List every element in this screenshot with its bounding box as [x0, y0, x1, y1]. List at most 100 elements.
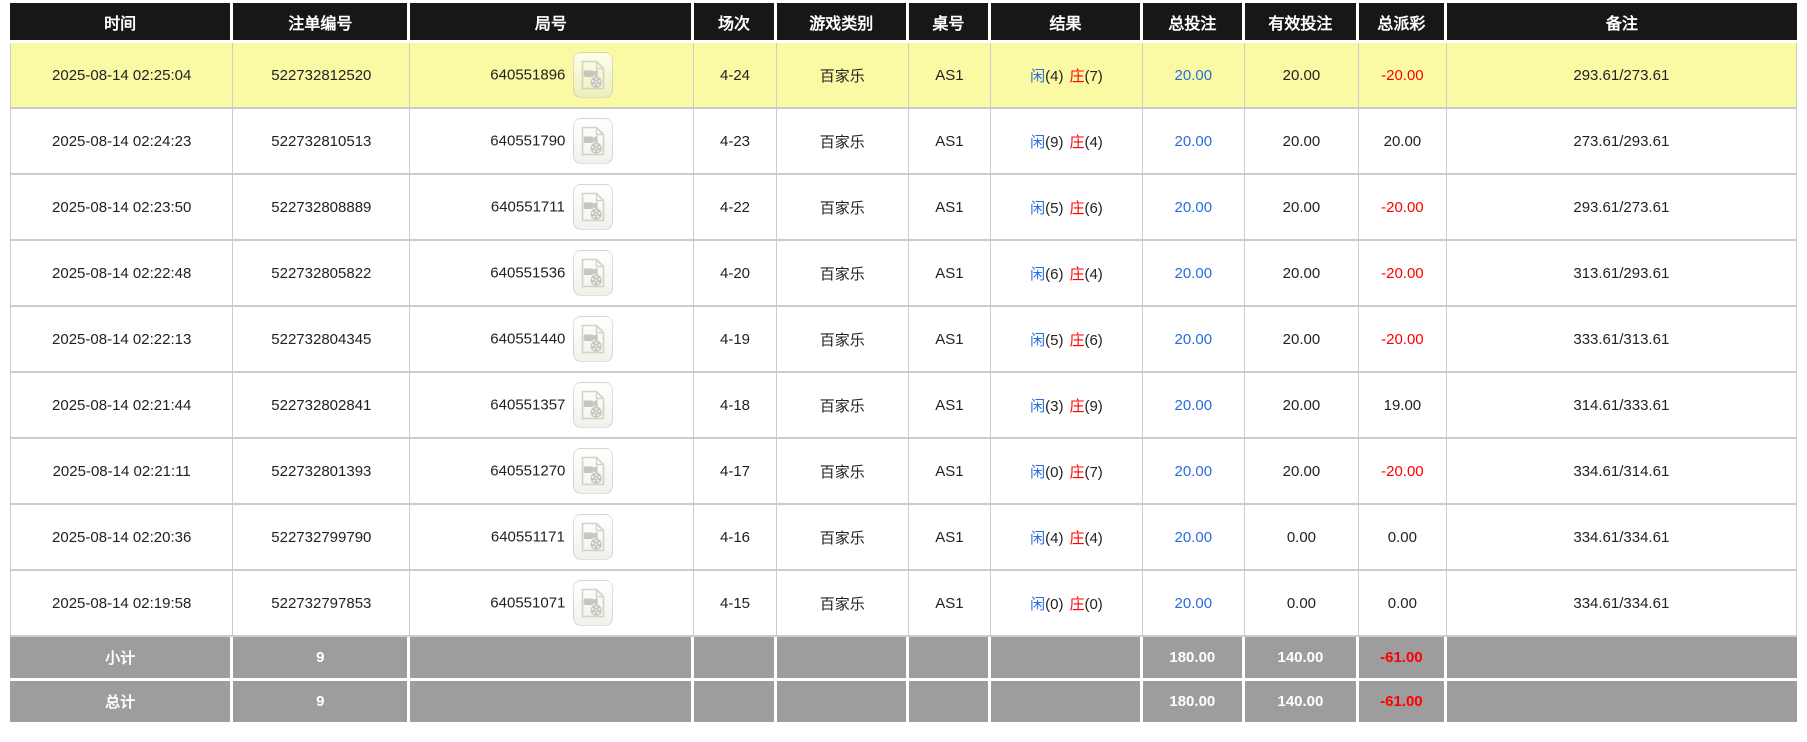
banker-label: 庄: [1069, 199, 1085, 217]
row-payout-cell: -20.00: [1359, 241, 1447, 307]
subtotal-empty-result-cell: [991, 637, 1143, 681]
subtotal-empty-round-cell: [410, 637, 695, 681]
table-header: 时间 注单编号 局号 场次 游戏类别 桌号 结果 总投注 有效投注 总派彩 备注: [10, 3, 1797, 43]
subtotal-empty-table-cell: [908, 637, 992, 681]
row-valid-bet-cell: 20.00: [1244, 241, 1360, 307]
row-remark-cell: 334.61/314.61: [1446, 439, 1797, 505]
subtotal-row: 小计 9 180.00 140.00 -61.00: [10, 637, 1797, 681]
video-file-icon: [582, 324, 605, 354]
row-valid-bet-cell: 20.00: [1244, 373, 1360, 439]
row-session-cell: 4-18: [694, 373, 777, 439]
video-replay-button[interactable]: [573, 250, 614, 296]
row-game-type-cell: 百家乐: [776, 439, 909, 505]
row-time-cell: 2025-08-14 02:21:44: [10, 373, 234, 439]
video-file-icon: [582, 390, 605, 420]
video-file-icon: [582, 258, 605, 288]
video-replay-button[interactable]: [572, 514, 613, 560]
subtotal-empty-game-cell: [776, 637, 909, 681]
row-session-cell: 4-15: [694, 571, 777, 637]
round-number: 640551790: [490, 132, 566, 150]
player-score: (4): [1045, 67, 1064, 85]
row-game-type-cell: 百家乐: [776, 373, 909, 439]
row-bet-id-cell: 522732797853: [233, 571, 411, 637]
row-round-cell: 640551536: [410, 241, 695, 307]
col-header-remark: 备注: [1446, 3, 1797, 43]
row-game-type-cell: 百家乐: [776, 241, 909, 307]
col-header-game-type: 游戏类别: [776, 3, 909, 43]
video-file-icon: [581, 522, 605, 552]
total-empty-result-cell: [991, 681, 1143, 725]
table-row: 2025-08-14 02:20:36 522732799790 640551171…: [10, 505, 1797, 571]
row-total-bet-cell: 20.00: [1142, 109, 1245, 175]
total-empty-table-cell: [908, 681, 992, 725]
row-game-type-cell: 百家乐: [776, 43, 909, 109]
row-remark-cell: 314.61/333.61: [1446, 373, 1797, 439]
round-number: 640551171: [490, 528, 565, 546]
row-session-cell: 4-19: [694, 307, 777, 373]
banker-score: (6): [1084, 331, 1103, 349]
row-table-no-cell: AS1: [908, 505, 992, 571]
row-round-cell: 640551071: [410, 571, 695, 637]
row-valid-bet-cell: 0.00: [1244, 505, 1360, 571]
row-time-cell: 2025-08-14 02:22:48: [10, 241, 234, 307]
video-replay-button[interactable]: [573, 52, 614, 98]
player-label: 闲: [1030, 595, 1046, 613]
video-replay-button[interactable]: [573, 316, 614, 362]
row-total-bet-cell: 20.00: [1142, 241, 1245, 307]
total-count-cell: 9: [233, 681, 411, 725]
row-result-cell: 闲(6) 庄(4): [991, 241, 1143, 307]
row-time-cell: 2025-08-14 02:24:23: [10, 109, 234, 175]
col-header-total-bet: 总投注: [1142, 3, 1245, 43]
row-time-cell: 2025-08-14 02:23:50: [10, 175, 234, 241]
header-row: 时间 注单编号 局号 场次 游戏类别 桌号 结果 总投注 有效投注 总派彩 备注: [10, 3, 1797, 43]
row-result-cell: 闲(5) 庄(6): [991, 307, 1143, 373]
player-label: 闲: [1030, 463, 1046, 481]
banker-label: 庄: [1069, 595, 1085, 613]
col-header-time: 时间: [10, 3, 234, 43]
round-number: 640551071: [490, 594, 566, 612]
row-round-cell: 640551270: [410, 439, 695, 505]
row-valid-bet-cell: 20.00: [1244, 43, 1360, 109]
video-file-icon: [582, 588, 605, 618]
table-row: 2025-08-14 02:21:44 522732802841 640551357…: [10, 373, 1797, 439]
total-total-bet-cell: 180.00: [1142, 681, 1245, 725]
row-session-cell: 4-17: [694, 439, 777, 505]
video-file-icon: [582, 456, 605, 486]
row-result-cell: 闲(4) 庄(7): [991, 43, 1143, 109]
row-payout-cell: 0.00: [1359, 571, 1447, 637]
banker-score: (7): [1084, 67, 1103, 85]
video-replay-button[interactable]: [572, 184, 613, 230]
video-replay-button[interactable]: [573, 448, 614, 494]
video-replay-button[interactable]: [573, 118, 614, 164]
total-row: 总计 9 180.00 140.00 -61.00: [10, 681, 1797, 725]
subtotal-count-cell: 9: [233, 637, 411, 681]
col-header-total-payout: 总派彩: [1359, 3, 1447, 43]
row-total-bet-cell: 20.00: [1142, 307, 1245, 373]
row-result-cell: 闲(3) 庄(9): [991, 373, 1143, 439]
row-payout-cell: 20.00: [1359, 109, 1447, 175]
video-replay-button[interactable]: [573, 382, 614, 428]
banker-score: (9): [1084, 397, 1103, 415]
table-row: 2025-08-14 02:22:48 522732805822 640551536…: [10, 241, 1797, 307]
round-number: 640551357: [490, 396, 566, 414]
row-valid-bet-cell: 20.00: [1244, 307, 1360, 373]
row-valid-bet-cell: 20.00: [1244, 439, 1360, 505]
row-payout-cell: -20.00: [1359, 43, 1447, 109]
player-score: (5): [1045, 331, 1064, 349]
row-game-type-cell: 百家乐: [776, 505, 909, 571]
player-score: (9): [1045, 133, 1064, 151]
total-payout-cell: -61.00: [1359, 681, 1447, 725]
player-label: 闲: [1030, 529, 1046, 547]
video-file-icon: [582, 126, 605, 156]
total-empty-game-cell: [776, 681, 909, 725]
col-header-bet-id: 注单编号: [233, 3, 411, 43]
video-replay-button[interactable]: [573, 580, 614, 626]
banker-label: 庄: [1069, 397, 1085, 415]
total-empty-round-cell: [410, 681, 695, 725]
row-result-cell: 闲(9) 庄(4): [991, 109, 1143, 175]
row-time-cell: 2025-08-14 02:22:13: [10, 307, 234, 373]
row-table-no-cell: AS1: [908, 439, 992, 505]
row-result-cell: 闲(5) 庄(6): [991, 175, 1143, 241]
bet-records-page: 时间 注单编号 局号 场次 游戏类别 桌号 结果 总投注 有效投注 总派彩 备注…: [0, 3, 1807, 725]
row-total-bet-cell: 20.00: [1142, 43, 1245, 109]
